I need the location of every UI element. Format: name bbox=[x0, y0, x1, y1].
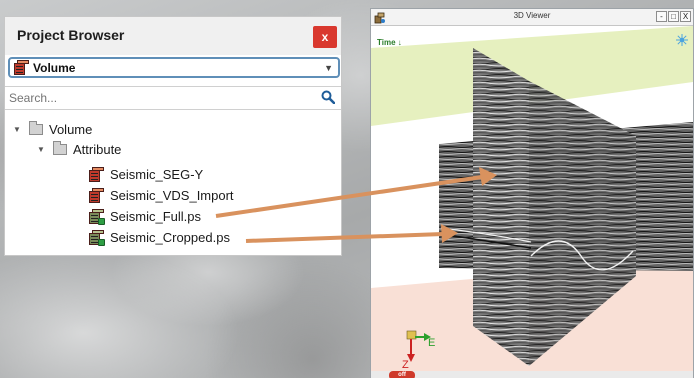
3d-scene-canvas[interactable]: Time ↓ E Z bbox=[371, 26, 693, 371]
seismic-volume-icon bbox=[89, 187, 104, 203]
window-controls: - □ X bbox=[655, 11, 691, 22]
panel-title: Project Browser bbox=[17, 27, 125, 43]
scene-svg bbox=[371, 26, 693, 371]
prestack-volume-icon bbox=[89, 229, 105, 246]
dropdown-selected-value: Volume bbox=[33, 60, 76, 75]
3d-viewer-window: 3D Viewer - □ X Time ↓ E Z off bbox=[370, 8, 694, 378]
time-axis-label: Time ↓ bbox=[377, 38, 402, 47]
tree-node-volume[interactable]: ▼ Volume bbox=[13, 119, 92, 139]
expand-arrow-icon[interactable]: ▼ bbox=[37, 145, 47, 154]
maximize-button[interactable]: □ bbox=[668, 11, 679, 22]
seismic-volume-icon bbox=[89, 166, 104, 182]
arrow-down-icon: ↓ bbox=[397, 38, 402, 47]
tree-item-label: Seismic_Full.ps bbox=[110, 208, 202, 224]
seismic-section-inline bbox=[473, 48, 529, 366]
tree-node-attribute[interactable]: ▼ Attribute bbox=[37, 139, 121, 159]
tree-item-seismic-seg-y[interactable]: Seismic_SEG-Y bbox=[89, 164, 203, 184]
expand-arrow-icon[interactable]: ▼ bbox=[13, 125, 23, 134]
close-button[interactable]: x bbox=[313, 26, 337, 48]
tree-item-seismic-cropped-ps[interactable]: Seismic_Cropped.ps bbox=[89, 227, 230, 247]
project-browser-header: Project Browser x bbox=[5, 17, 341, 55]
viewer-statusbar: off bbox=[371, 371, 693, 378]
project-browser-panel: Project Browser x Volume ▼ ▼ Volume ▼ bbox=[4, 16, 342, 256]
minimize-button[interactable]: - bbox=[656, 11, 667, 22]
close-icon: x bbox=[321, 30, 329, 44]
tree-item-label: Seismic_SEG-Y bbox=[110, 166, 204, 182]
tree-node-label: Attribute bbox=[73, 141, 122, 157]
axis-z-label: Z bbox=[402, 359, 409, 371]
search-icon[interactable] bbox=[321, 90, 336, 109]
search-bar bbox=[5, 86, 341, 110]
mode-toggle[interactable]: off bbox=[389, 371, 415, 378]
tree-item-label: Seismic_Cropped.ps bbox=[110, 229, 230, 245]
prestack-volume-icon bbox=[89, 208, 105, 225]
seismic-volume-icon bbox=[14, 60, 29, 75]
tree-item-seismic-vds-import[interactable]: Seismic_VDS_Import bbox=[89, 185, 234, 205]
tree-item-seismic-full-ps[interactable]: Seismic_Full.ps bbox=[89, 206, 201, 226]
search-input[interactable] bbox=[5, 87, 305, 109]
folder-icon bbox=[29, 120, 43, 135]
data-type-dropdown[interactable]: Volume ▼ bbox=[8, 57, 340, 78]
folder-icon bbox=[53, 140, 67, 155]
chevron-down-icon: ▼ bbox=[324, 63, 333, 73]
tree-item-label: Seismic_VDS_Import bbox=[110, 187, 234, 203]
tree-node-label: Volume bbox=[49, 121, 93, 137]
window-title: 3D Viewer bbox=[513, 11, 551, 20]
viewer-titlebar[interactable]: 3D Viewer - □ X bbox=[371, 9, 693, 26]
axis-east-label: E bbox=[428, 337, 436, 349]
close-button[interactable]: X bbox=[680, 11, 691, 22]
